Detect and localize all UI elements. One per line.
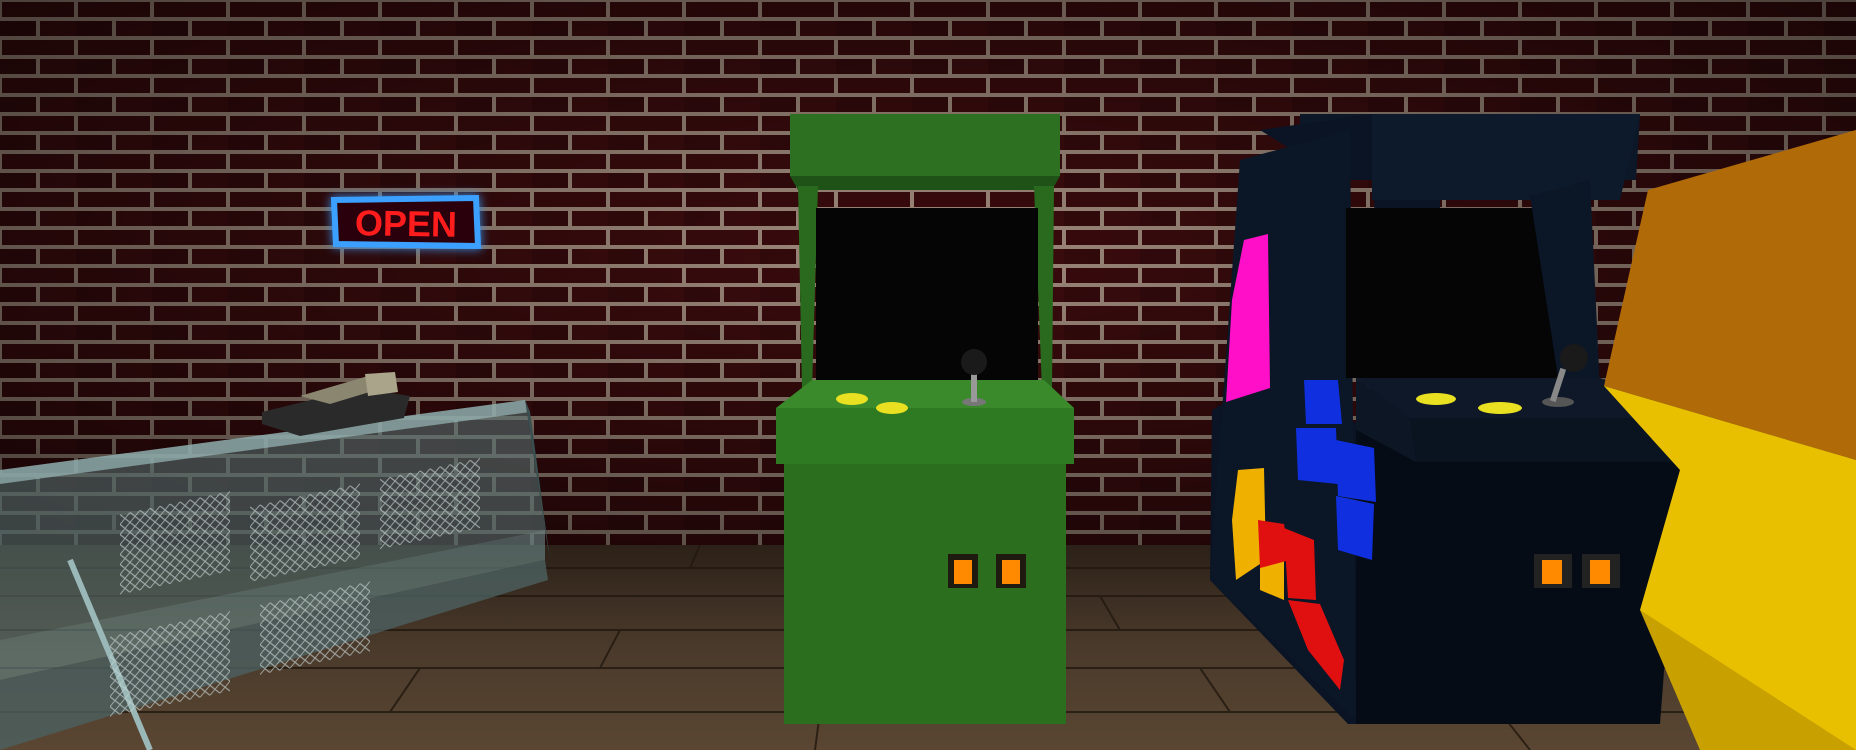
open-neon-sign: OPEN	[330, 194, 482, 250]
yellow-button	[1478, 402, 1522, 414]
yellow-button	[836, 393, 868, 405]
yellow-button	[876, 402, 908, 414]
open-sign-text: OPEN	[355, 202, 458, 245]
arcade-scene: OPEN	[0, 0, 1856, 750]
green-cabinet-screen	[816, 208, 1038, 380]
yellow-button	[1416, 393, 1456, 405]
